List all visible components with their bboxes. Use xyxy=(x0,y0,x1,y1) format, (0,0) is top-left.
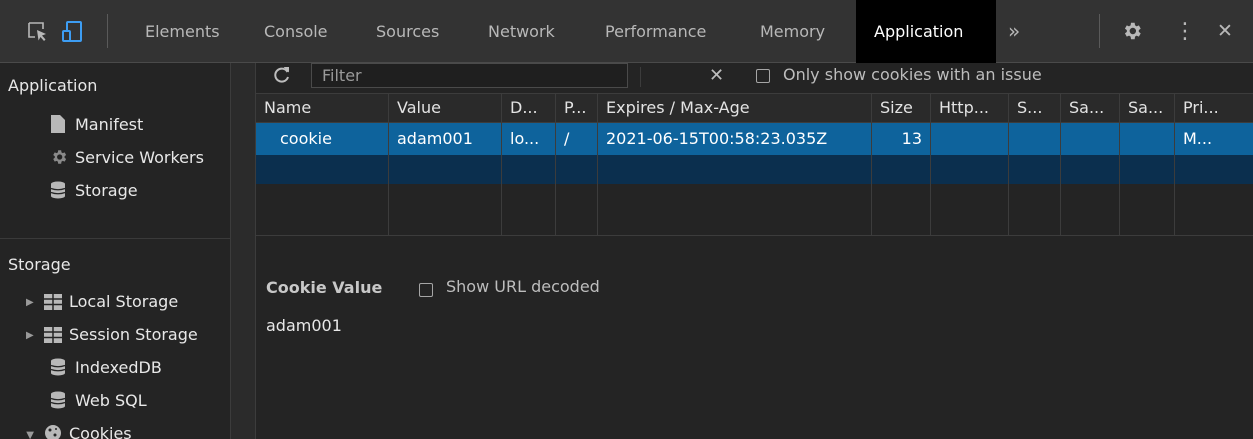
database-icon xyxy=(50,389,68,409)
column-header-samesite[interactable]: Sa... xyxy=(1061,94,1119,122)
sidebar-item-label: Web SQL xyxy=(75,391,147,410)
column-header-expires[interactable]: Expires / Max-Age xyxy=(598,94,871,122)
column-divider[interactable] xyxy=(555,94,556,236)
tab-performance[interactable]: Performance xyxy=(605,0,706,63)
sidebar-item-label: IndexedDB xyxy=(75,358,162,377)
cell-path[interactable]: / xyxy=(556,123,597,155)
tab-application[interactable]: Application xyxy=(856,0,996,63)
close-devtools-icon[interactable]: ✕ xyxy=(1217,0,1233,63)
show-url-decoded-label: Show URL decoded xyxy=(446,277,600,296)
sidebar-item-web-sql[interactable]: Web SQL xyxy=(50,386,147,416)
collapse-arrow-icon[interactable]: ▶ xyxy=(24,432,35,439)
cell-domain[interactable]: lo... xyxy=(502,123,555,155)
sidebar-item-label: Service Workers xyxy=(75,148,204,167)
filter-input[interactable] xyxy=(311,63,628,88)
toolbar-divider xyxy=(640,67,641,87)
sidebar-resizer[interactable] xyxy=(230,63,256,439)
sidebar-item-label: Cookies xyxy=(69,424,132,439)
refresh-icon[interactable] xyxy=(272,65,294,87)
cell-priority[interactable]: M... xyxy=(1175,123,1253,155)
table-header: Name Value D... P... Expires / Max-Age S… xyxy=(256,94,1253,123)
cell-name[interactable]: cookie xyxy=(256,123,388,155)
table-row-empty xyxy=(256,155,1253,184)
inspect-element-icon[interactable] xyxy=(26,20,50,44)
database-icon xyxy=(50,356,68,376)
sidebar-item-label: Local Storage xyxy=(69,292,179,311)
show-url-decoded-checkbox[interactable] xyxy=(419,283,433,297)
column-divider[interactable] xyxy=(930,94,931,236)
clear-all-icon[interactable]: ✕ xyxy=(709,63,724,89)
cell-httponly[interactable] xyxy=(931,123,1008,155)
sidebar-item-cookies[interactable]: Cookies xyxy=(44,419,132,439)
cell-secure[interactable] xyxy=(1009,123,1060,155)
column-divider[interactable] xyxy=(1119,94,1120,236)
more-options-kebab-icon[interactable]: ⋮ xyxy=(1174,0,1196,63)
tab-memory[interactable]: Memory xyxy=(760,0,825,63)
grid-table-icon xyxy=(44,290,62,310)
sidebar-item-label: Storage xyxy=(75,181,138,200)
device-toolbar-icon[interactable] xyxy=(60,20,84,44)
column-header-priority[interactable]: Pri... xyxy=(1175,94,1253,122)
cell-size[interactable]: 13 xyxy=(872,123,930,155)
sidebar-item-manifest[interactable]: Manifest xyxy=(50,110,143,140)
cookies-toolbar: ✕ Only show cookies with an issue xyxy=(256,63,1253,94)
column-header-domain[interactable]: D... xyxy=(502,94,555,122)
only-issue-checkbox[interactable] xyxy=(756,69,770,83)
toolbar-divider xyxy=(107,14,108,48)
cell-value[interactable]: adam001 xyxy=(389,123,501,155)
sidebar-item-storage[interactable]: Storage xyxy=(50,176,138,206)
column-header-name[interactable]: Name xyxy=(256,94,388,122)
cookie-value-text[interactable]: adam001 xyxy=(266,316,342,335)
grid-table-icon xyxy=(44,323,62,343)
cookie-value-title: Cookie Value xyxy=(266,278,383,297)
sidebar-item-session-storage[interactable]: Session Storage xyxy=(44,320,198,350)
column-header-sameparty[interactable]: Sa... xyxy=(1120,94,1174,122)
sidebar-item-label: Manifest xyxy=(75,115,144,134)
application-sidebar: Application Manifest Service Workers Sto… xyxy=(0,63,230,439)
column-divider[interactable] xyxy=(597,94,598,236)
more-tabs-icon[interactable]: » xyxy=(1008,0,1020,63)
sidebar-section-storage: Storage xyxy=(8,255,71,274)
sidebar-item-label: Session Storage xyxy=(69,325,198,344)
cell-expires[interactable]: 2021-06-15T00:58:23.035Z xyxy=(598,123,871,155)
document-icon xyxy=(50,113,68,133)
tab-elements[interactable]: Elements xyxy=(145,0,220,63)
column-header-value[interactable]: Value xyxy=(389,94,501,122)
column-header-httponly[interactable]: Http... xyxy=(931,94,1008,122)
cell-samesite[interactable] xyxy=(1061,123,1119,155)
database-icon xyxy=(50,179,68,199)
column-header-path[interactable]: P... xyxy=(556,94,597,122)
column-divider[interactable] xyxy=(388,94,389,236)
column-divider[interactable] xyxy=(871,94,872,236)
gear-icon xyxy=(50,146,68,164)
sidebar-item-service-workers[interactable]: Service Workers xyxy=(50,143,204,173)
expand-arrow-icon[interactable]: ▶ xyxy=(26,330,34,341)
cell-sameparty[interactable] xyxy=(1120,123,1174,155)
cookie-icon xyxy=(44,422,62,439)
column-divider[interactable] xyxy=(1008,94,1009,236)
sidebar-item-local-storage[interactable]: Local Storage xyxy=(44,287,178,317)
table-filler xyxy=(256,184,1253,236)
tab-sources[interactable]: Sources xyxy=(376,0,439,63)
settings-gear-icon[interactable] xyxy=(1121,20,1145,44)
toolbar-divider xyxy=(1099,14,1100,48)
cookies-panel: ✕ Only show cookies with an issue Name V… xyxy=(256,63,1253,439)
only-issue-label: Only show cookies with an issue xyxy=(783,65,1042,84)
column-divider[interactable] xyxy=(501,94,502,236)
devtools-tab-bar: Elements Console Sources Network Perform… xyxy=(0,0,1253,63)
column-divider[interactable] xyxy=(1060,94,1061,236)
expand-arrow-icon[interactable]: ▶ xyxy=(26,297,34,308)
column-header-size[interactable]: Size xyxy=(872,94,930,122)
column-divider[interactable] xyxy=(1174,94,1175,236)
sidebar-item-indexeddb[interactable]: IndexedDB xyxy=(50,353,162,383)
tab-console[interactable]: Console xyxy=(264,0,328,63)
column-header-secure[interactable]: S... xyxy=(1009,94,1060,122)
sidebar-section-application: Application xyxy=(8,76,98,95)
sidebar-divider xyxy=(0,238,230,239)
tab-network[interactable]: Network xyxy=(488,0,555,63)
